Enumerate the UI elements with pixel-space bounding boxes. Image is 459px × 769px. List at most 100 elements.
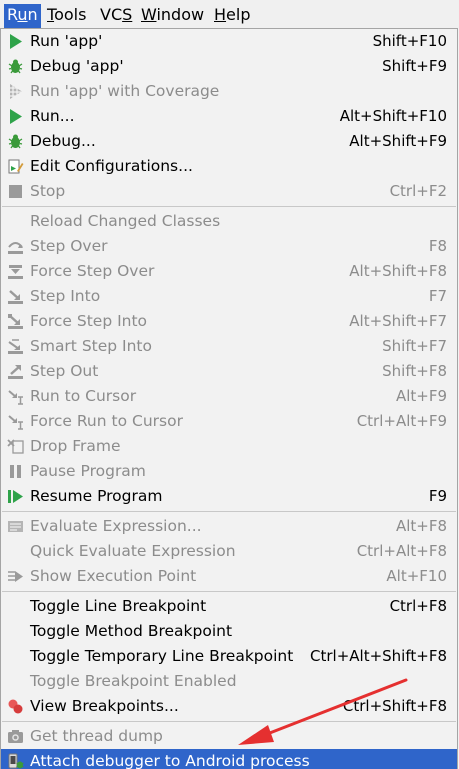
menu-item-toggle-line-breakpoint[interactable]: Toggle Line Breakpoint Ctrl+F8	[1, 594, 457, 619]
menu-item-shortcut: Ctrl+Shift+F8	[342, 697, 447, 715]
menu-item-get-thread-dump[interactable]: Get thread dump	[1, 724, 457, 749]
menu-item-shortcut: F7	[428, 287, 447, 305]
force-step-into-icon	[7, 313, 24, 330]
menu-item-toggle-method-breakpoint[interactable]: Toggle Method Breakpoint	[1, 619, 457, 644]
menu-window[interactable]: Window	[138, 4, 207, 28]
menu-item-quick-evaluate-expression[interactable]: Quick Evaluate Expression Ctrl+Alt+F8	[1, 539, 457, 564]
menu-tools[interactable]: Tools	[44, 4, 89, 28]
menu-item-debug[interactable]: Debug... Alt+Shift+F9	[1, 129, 457, 154]
menu-item-label: Evaluate Expression...	[30, 517, 202, 535]
menu-item-run-app-with-coverage[interactable]: Run 'app' with Coverage	[1, 79, 457, 104]
menu-item-label: Drop Frame	[30, 437, 121, 455]
menu-tools-label: Tools	[47, 5, 87, 24]
menu-item-label: Pause Program	[30, 462, 146, 480]
menu-item-shortcut: Ctrl+Alt+F8	[356, 542, 447, 560]
menu-item-shortcut: F9	[428, 487, 447, 505]
menu-item-shortcut: Alt+Shift+F7	[349, 312, 447, 330]
menu-separator	[2, 206, 456, 207]
menu-item-shortcut: Ctrl+F8	[389, 597, 447, 615]
menu-item-drop-frame[interactable]: Drop Frame	[1, 434, 457, 459]
menu-item-step-into[interactable]: Step Into F7	[1, 284, 457, 309]
menu-item-label: Run to Cursor	[30, 387, 137, 405]
menu-item-run-to-cursor[interactable]: Run to Cursor Alt+F9	[1, 384, 457, 409]
force-step-over-icon	[7, 263, 24, 280]
menu-item-shortcut: Alt+F8	[395, 517, 447, 535]
menu-item-run-app[interactable]: Run 'app' Shift+F10	[1, 29, 457, 54]
run-icon	[7, 33, 24, 50]
menu-item-label: Smart Step Into	[30, 337, 152, 355]
menu-item-evaluate-expression[interactable]: Evaluate Expression... Alt+F8	[1, 514, 457, 539]
menu-item-attach-debugger-to-android-process[interactable]: Attach debugger to Android process	[1, 749, 457, 769]
menu-item-toggle-breakpoint-enabled[interactable]: Toggle Breakpoint Enabled	[1, 669, 457, 694]
menu-item-run[interactable]: Run... Alt+Shift+F10	[1, 104, 457, 129]
run-icon	[7, 108, 24, 125]
menu-item-shortcut: Ctrl+Alt+Shift+F8	[310, 647, 447, 665]
menu-separator	[2, 591, 456, 592]
menu-item-shortcut: Alt+F10	[386, 567, 447, 585]
menu-item-label: Debug 'app'	[30, 57, 124, 75]
menu-run[interactable]: Run	[4, 4, 41, 28]
menu-item-shortcut: Ctrl+F2	[389, 182, 447, 200]
menu-item-toggle-temporary-line-breakpoint[interactable]: Toggle Temporary Line Breakpoint Ctrl+Alt…	[1, 644, 457, 669]
menu-separator	[2, 721, 456, 722]
menu-item-label: Edit Configurations...	[30, 157, 193, 175]
menu-item-shortcut: Alt+Shift+F9	[349, 132, 447, 150]
menu-help[interactable]: Help	[211, 4, 253, 28]
menu-item-label: Quick Evaluate Expression	[30, 542, 236, 560]
menu-item-label: Resume Program	[30, 487, 163, 505]
menu-item-label: Toggle Line Breakpoint	[30, 597, 207, 615]
edit-config-icon	[7, 158, 24, 175]
resume-icon	[7, 488, 24, 505]
menu-item-label: View Breakpoints...	[30, 697, 179, 715]
menu-item-shortcut: Alt+F9	[395, 387, 447, 405]
menu-item-step-out[interactable]: Step Out Shift+F8	[1, 359, 457, 384]
menu-item-resume-program[interactable]: Resume Program F9	[1, 484, 457, 509]
camera-icon	[7, 728, 24, 745]
pause-icon	[7, 463, 24, 480]
menu-item-label: Run 'app'	[30, 32, 103, 50]
menu-item-label: Reload Changed Classes	[30, 212, 221, 230]
smart-step-into-icon	[7, 338, 24, 355]
menu-item-label: Toggle Temporary Line Breakpoint	[30, 647, 294, 665]
debug-icon	[7, 58, 24, 75]
debug-icon	[7, 133, 24, 150]
menu-item-label: Force Step Into	[30, 312, 148, 330]
menu-item-label: Force Run to Cursor	[30, 412, 183, 430]
menu-item-step-over[interactable]: Step Over F8	[1, 234, 457, 259]
menu-item-label: Debug...	[30, 132, 96, 150]
run-menu-dropdown: Run 'app' Shift+F10 Debug 'app' Shift+F9 Run…	[0, 28, 458, 769]
menu-item-shortcut: Alt+Shift+F10	[339, 107, 447, 125]
menu-item-label: Run...	[30, 107, 75, 125]
step-over-icon	[7, 238, 24, 255]
menu-vcs[interactable]: VCS	[97, 4, 135, 28]
menu-item-label: Get thread dump	[30, 727, 163, 745]
menu-item-pause-program[interactable]: Pause Program	[1, 459, 457, 484]
menu-item-force-step-into[interactable]: Force Step Into Alt+Shift+F7	[1, 309, 457, 334]
menu-item-label: Toggle Method Breakpoint	[30, 622, 233, 640]
step-out-icon	[7, 363, 24, 380]
menu-item-smart-step-into[interactable]: Smart Step Into Shift+F7	[1, 334, 457, 359]
menu-item-label: Step Over	[30, 237, 108, 255]
menu-item-label: Step Out	[30, 362, 99, 380]
menu-item-force-run-to-cursor[interactable]: Force Run to Cursor Ctrl+Alt+F9	[1, 409, 457, 434]
menu-item-stop[interactable]: Stop Ctrl+F2	[1, 179, 457, 204]
attach-debugger-icon	[7, 753, 24, 769]
menu-item-label: Show Execution Point	[30, 567, 197, 585]
evaluate-icon	[7, 518, 24, 535]
menu-item-shortcut: Shift+F8	[382, 362, 447, 380]
menu-item-label: Stop	[30, 182, 66, 200]
menu-item-edit-configurations[interactable]: Edit Configurations...	[1, 154, 457, 179]
menu-item-reload-changed-classes[interactable]: Reload Changed Classes	[1, 209, 457, 234]
menu-item-label: Run 'app' with Coverage	[30, 82, 220, 100]
menu-item-shortcut: Shift+F7	[382, 337, 447, 355]
menu-item-debug-app[interactable]: Debug 'app' Shift+F9	[1, 54, 457, 79]
menu-item-show-execution-point[interactable]: Show Execution Point Alt+F10	[1, 564, 457, 589]
stop-icon	[7, 183, 24, 200]
menu-item-label: Attach debugger to Android process	[30, 752, 310, 769]
menu-item-view-breakpoints[interactable]: View Breakpoints... Ctrl+Shift+F8	[1, 694, 457, 719]
menu-item-force-step-over[interactable]: Force Step Over Alt+Shift+F8	[1, 259, 457, 284]
menu-separator	[2, 511, 456, 512]
menu-item-label: Toggle Breakpoint Enabled	[30, 672, 237, 690]
menu-help-label: Help	[214, 5, 251, 24]
menu-item-label: Step Into	[30, 287, 101, 305]
